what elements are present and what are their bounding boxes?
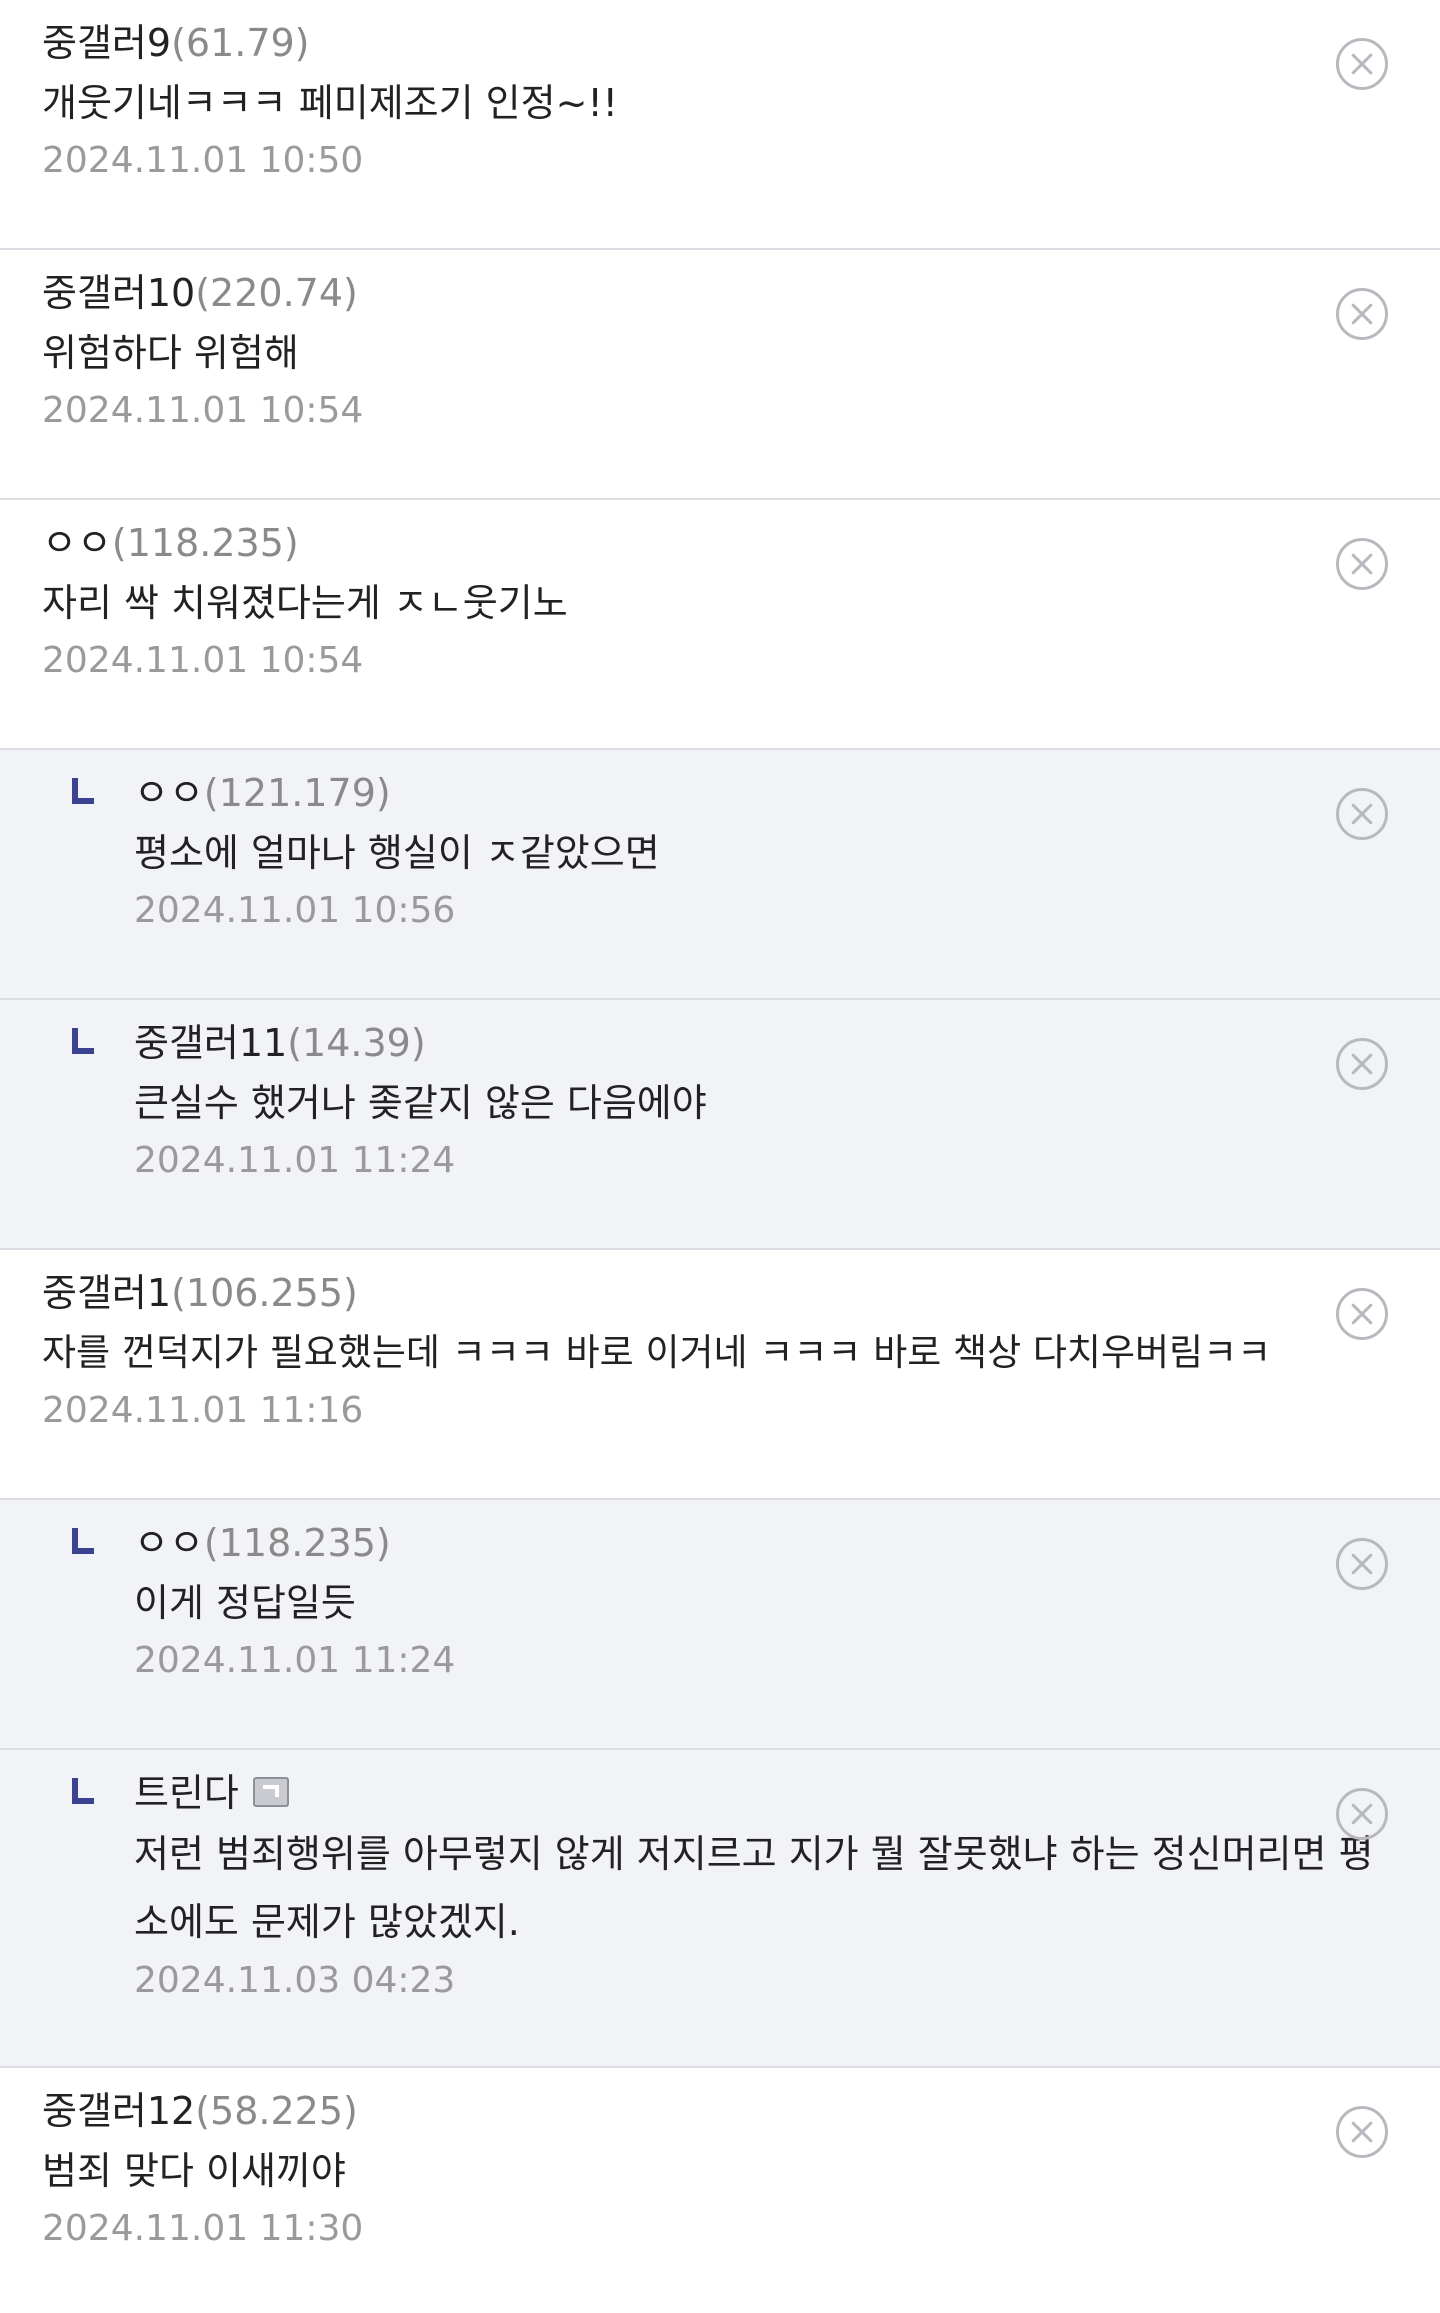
comment-header: 중갤러11(14.39) xyxy=(134,1018,1440,1068)
ip-address: (118.235) xyxy=(203,1521,391,1565)
nickname[interactable]: ㅇㅇ xyxy=(134,1521,204,1565)
delete-comment-icon[interactable] xyxy=(1336,38,1388,90)
nickname[interactable]: ㅇㅇ xyxy=(134,771,204,815)
comment-header: ㅇㅇ(118.235) xyxy=(134,1518,1440,1568)
comment-item: 중갤러9(61.79) 개웃기네ㅋㅋㅋ 페미제조기 인정~!! 2024.11.… xyxy=(0,0,1440,250)
ip-address: (61.79) xyxy=(171,21,310,65)
comment-header: ㅇㅇ(118.235) xyxy=(42,518,1440,568)
reply-item: ㅇㅇ(118.235) 이게 정답일듯 2024.11.01 11:24 xyxy=(0,1500,1440,1750)
comment-text: 평소에 얼마나 행실이 ㅈ같았으면 xyxy=(134,831,660,875)
ip-address: (220.74) xyxy=(195,271,358,315)
delete-comment-icon[interactable] xyxy=(1336,2106,1388,2158)
comment-item: ㅇㅇ(118.235) 자리 싹 치워졌다는게 ㅈㄴ웃기노 2024.11.01… xyxy=(0,500,1440,750)
nickname[interactable]: 중갤러1 xyxy=(42,1271,171,1315)
delete-comment-icon[interactable] xyxy=(1336,288,1388,340)
comment-date: 2024.11.01 11:24 xyxy=(134,1140,456,1181)
delete-comment-icon[interactable] xyxy=(1336,788,1388,840)
comment-date: 2024.11.01 11:16 xyxy=(42,1390,364,1431)
comment-text: 자를 껀덕지가 필요했는데 ㅋㅋㅋ 바로 이거네 ㅋㅋㅋ 바로 책상 다치우버림… xyxy=(42,1331,1272,1374)
comment-text: 이게 정답일듯 xyxy=(134,1581,356,1625)
comment-text: 큰실수 했거나 좆같지 않은 다음에야 xyxy=(134,1081,707,1125)
ip-address: (58.225) xyxy=(195,2089,358,2133)
delete-comment-icon[interactable] xyxy=(1336,1538,1388,1590)
comment-header: 중갤러10(220.74) xyxy=(42,268,1440,318)
comment-header: 중갤러1(106.255) xyxy=(42,1268,1440,1318)
comment-date: 2024.11.01 10:56 xyxy=(134,890,456,931)
comment-text: 범죄 맞다 이새끼야 xyxy=(42,2149,346,2193)
delete-comment-icon[interactable] xyxy=(1336,1288,1388,1340)
gallog-badge-icon[interactable] xyxy=(252,1776,289,1807)
ip-address: (106.255) xyxy=(171,1271,358,1315)
delete-comment-icon[interactable] xyxy=(1336,538,1388,590)
comment-date: 2024.11.01 10:54 xyxy=(42,640,364,681)
nickname[interactable]: ㅇㅇ xyxy=(42,521,112,565)
comment-text: 개웃기네ㅋㅋㅋ 페미제조기 인정~!! xyxy=(42,81,618,125)
ip-address: (14.39) xyxy=(287,1021,426,1065)
comment-item: 중갤러10(220.74) 위험하다 위험해 2024.11.01 10:54 xyxy=(0,250,1440,500)
comment-text: 위험하다 위험해 xyxy=(42,331,299,375)
comment-header: 중갤러12(58.225) xyxy=(42,2086,1440,2136)
comment-header: 트린다 xyxy=(134,1768,1400,1818)
comment-date: 2024.11.01 10:50 xyxy=(42,140,364,181)
comment-date: 2024.11.01 10:54 xyxy=(42,390,364,431)
comment-item: 중갤러12(58.225) 범죄 맞다 이새끼야 2024.11.01 11:3… xyxy=(0,2068,1440,2311)
ip-address: (118.235) xyxy=(111,521,299,565)
nickname[interactable]: 중갤러10 xyxy=(42,271,195,315)
comment-header: ㅇㅇ(121.179) xyxy=(134,768,1440,818)
comment-date: 2024.11.01 11:30 xyxy=(42,2208,364,2249)
reply-item: 중갤러11(14.39) 큰실수 했거나 좆같지 않은 다음에야 2024.11… xyxy=(0,1000,1440,1250)
delete-comment-icon[interactable] xyxy=(1336,1788,1388,1840)
ip-address: (121.179) xyxy=(203,771,391,815)
comment-text: 저런 범죄행위를 아무렇지 않게 저지르고 지가 뭘 잘못했냐 하는 정신머리면… xyxy=(134,1832,1374,1944)
comment-date: 2024.11.03 04:23 xyxy=(134,1960,456,2001)
nickname[interactable]: 중갤러12 xyxy=(42,2089,195,2133)
comment-list: 중갤러9(61.79) 개웃기네ㅋㅋㅋ 페미제조기 인정~!! 2024.11.… xyxy=(0,0,1440,2311)
reply-item: ㅇㅇ(121.179) 평소에 얼마나 행실이 ㅈ같았으면 2024.11.01… xyxy=(0,750,1440,1000)
nickname[interactable]: 트린다 xyxy=(134,1771,239,1815)
nickname[interactable]: 중갤러11 xyxy=(134,1021,287,1065)
comment-header: 중갤러9(61.79) xyxy=(42,18,1440,68)
delete-comment-icon[interactable] xyxy=(1336,1038,1388,1090)
comment-text: 자리 싹 치워졌다는게 ㅈㄴ웃기노 xyxy=(42,581,568,625)
comment-item: 중갤러1(106.255) 자를 껀덕지가 필요했는데 ㅋㅋㅋ 바로 이거네 ㅋ… xyxy=(0,1250,1440,1500)
nickname[interactable]: 중갤러9 xyxy=(42,21,171,65)
comment-date: 2024.11.01 11:24 xyxy=(134,1640,456,1681)
reply-item: 트린다 저런 범죄행위를 아무렇지 않게 저지르고 지가 뭘 잘못했냐 하는 정… xyxy=(0,1750,1440,2068)
